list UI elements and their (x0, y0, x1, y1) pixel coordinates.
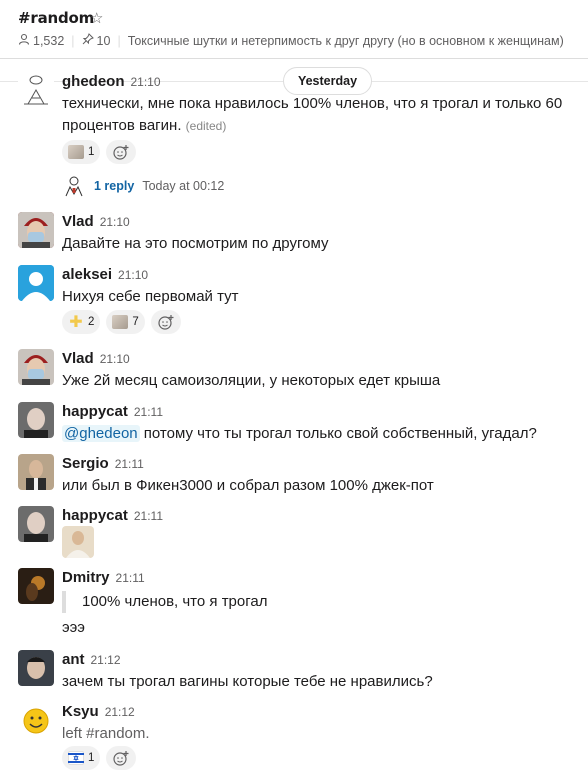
user-mention[interactable]: @ghedeon (62, 425, 140, 442)
add-reaction-button[interactable] (106, 746, 137, 770)
pins-count[interactable]: 10 (97, 34, 111, 48)
reaction[interactable]: ✚ 2 (62, 310, 101, 334)
timestamp[interactable]: 21:12 (105, 705, 135, 719)
author-name[interactable]: Sergio (62, 455, 109, 472)
reaction-count: 1 (88, 146, 95, 158)
avatar[interactable] (18, 568, 54, 604)
author-name[interactable]: Vlad (62, 213, 94, 230)
star-icon[interactable]: ☆ (90, 9, 103, 27)
avatar[interactable] (18, 212, 54, 248)
channel-title[interactable]: #random (18, 9, 94, 27)
message: ghedeon 21:10 технически, мне пока нравил… (0, 72, 588, 202)
message-text: или был в Фикен3000 и собрал разом 100% … (62, 477, 434, 494)
members-count[interactable]: 1,532 (33, 34, 64, 48)
sparkle-emoji: ✚ (69, 312, 83, 331)
message-text: Давайте на это посмотрим по другому (62, 235, 329, 252)
timestamp[interactable]: 21:10 (131, 75, 161, 89)
add-emoji-icon (113, 751, 129, 766)
image-thumbnail[interactable] (62, 526, 94, 558)
avatar[interactable] (18, 650, 54, 686)
avatar[interactable] (18, 265, 54, 301)
channel-header: #random ☆ 1,532 | 10 | Токсичные шутки и… (0, 0, 588, 59)
reaction-count: 2 (88, 316, 95, 328)
message: Ksyu 21:12 left #random. 1 (0, 702, 588, 778)
message: aleksei 21:10 Нихуя себе первомай тут ✚ 2… (0, 265, 588, 337)
reaction-count: 7 (132, 316, 139, 328)
message-text: потому что ты трогал только свой собстве… (139, 425, 537, 442)
reaction-count: 1 (88, 752, 95, 764)
timestamp[interactable]: 21:10 (100, 215, 130, 229)
timestamp[interactable]: 21:11 (116, 571, 145, 585)
avatar[interactable] (18, 349, 54, 385)
timestamp[interactable]: 21:11 (115, 457, 144, 471)
add-reaction-button[interactable] (106, 140, 137, 164)
channel-topic[interactable]: Токсичные шутки и нетерпимость к друг др… (128, 34, 564, 48)
reaction[interactable]: 1 (62, 746, 101, 770)
message: Dmitry 21:11 100% членов, что я трогал ээ… (0, 568, 588, 638)
israel-flag-emoji (68, 751, 84, 765)
reply-avatar (62, 174, 86, 198)
message-text: зачем ты трогал вагины которые тебе не н… (62, 673, 433, 690)
message-text: left #random. (62, 725, 150, 742)
channel-meta: 1,532 | 10 | Токсичные шутки и нетерпимо… (18, 33, 586, 48)
members-icon[interactable] (18, 33, 30, 48)
avatar[interactable] (18, 402, 54, 438)
timestamp[interactable]: 21:10 (100, 352, 130, 366)
thread-reply-link[interactable]: 1 reply (94, 179, 134, 193)
avatar[interactable] (18, 454, 54, 490)
message: Vlad 21:10 Давайте на это посмотрим по др… (0, 212, 588, 258)
message: Vlad 21:10 Уже 2й месяц самоизоляции, у н… (0, 349, 588, 395)
avatar[interactable] (18, 702, 54, 738)
message: happycat 21:11 (0, 506, 588, 558)
message: Sergio 21:11 или был в Фикен3000 и собрал… (0, 454, 588, 500)
thread-last-reply-time: Today at 00:12 (142, 179, 225, 193)
author-name[interactable]: happycat (62, 507, 128, 524)
cat-photo-emoji (112, 315, 129, 329)
avatar[interactable] (18, 506, 54, 542)
cat-photo-emoji (68, 145, 84, 159)
timestamp[interactable]: 21:10 (118, 268, 148, 282)
quote-block: 100% членов, что я трогал (62, 591, 267, 613)
message-text: технически, мне пока нравилось 100% член… (62, 95, 563, 134)
reaction[interactable]: 1 (62, 140, 101, 164)
author-name[interactable]: Dmitry (62, 569, 110, 586)
author-name[interactable]: ghedeon (62, 73, 125, 90)
edited-label: (edited) (185, 119, 227, 133)
author-name[interactable]: aleksei (62, 266, 112, 283)
avatar[interactable] (18, 72, 54, 108)
message-text: Нихуя себе первомай тут (62, 288, 239, 305)
message-text: эээ (62, 619, 85, 636)
timestamp[interactable]: 21:11 (134, 509, 163, 523)
author-name[interactable]: ant (62, 651, 85, 668)
message: ant 21:12 зачем ты трогал вагины которые … (0, 650, 588, 696)
author-name[interactable]: Vlad (62, 350, 94, 367)
reaction[interactable]: 7 (106, 310, 145, 334)
add-emoji-icon (158, 315, 174, 330)
add-reaction-button[interactable] (150, 310, 181, 334)
add-emoji-icon (113, 145, 129, 160)
author-name[interactable]: happycat (62, 403, 128, 420)
timestamp[interactable]: 21:11 (134, 405, 163, 419)
pin-icon[interactable] (82, 33, 94, 48)
message: happycat 21:11 @ghedeon потому что ты тро… (0, 402, 588, 448)
timestamp[interactable]: 21:12 (91, 653, 121, 667)
author-name[interactable]: Ksyu (62, 703, 99, 720)
message-text: Уже 2й месяц самоизоляции, у некоторых е… (62, 372, 441, 389)
thread-summary[interactable]: 1 reply Today at 00:12 (62, 174, 224, 198)
